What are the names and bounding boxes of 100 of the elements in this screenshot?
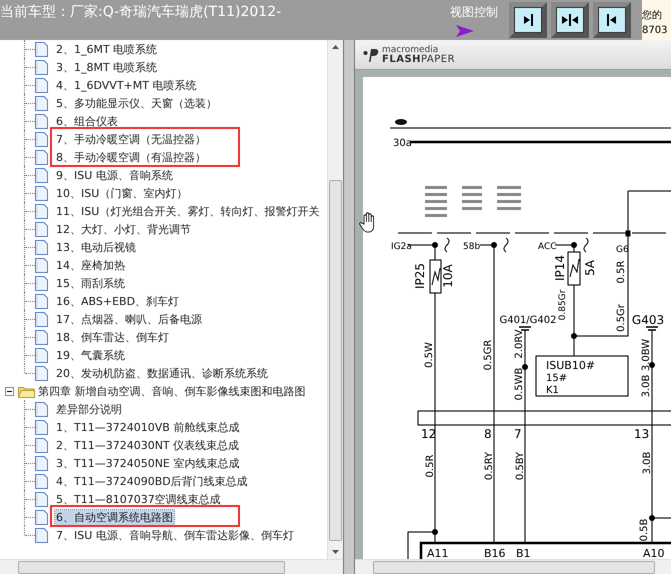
document-icon [35, 510, 48, 524]
diagram-label: 0.5W [424, 342, 435, 368]
document-icon [35, 438, 48, 452]
document-icon [35, 60, 48, 74]
diagram-label: 13 [634, 427, 650, 441]
split-view-button[interactable] [551, 2, 589, 38]
tree-folder-item[interactable]: 第四章 新增自动空调、音响、倒车影像线束图和电路图 [38, 384, 306, 398]
document-icon [35, 402, 48, 416]
document-icon [35, 294, 48, 308]
document-icon [35, 312, 48, 326]
diagram-label: ACC [538, 242, 557, 252]
brand-subtitle: macromedia [382, 46, 440, 54]
diagram-label: IP25 [413, 262, 427, 290]
tree-item[interactable]: 5、T11—8107037空调线束总成 [55, 492, 222, 506]
diagram-label: 12 [421, 427, 436, 441]
hand-cursor-icon [359, 212, 374, 232]
diagram-label: 0.5B [639, 518, 650, 542]
diagram-label: 0.5GR [483, 340, 494, 370]
document-icon [35, 330, 48, 344]
logo-icon [395, 119, 407, 125]
document-icon [35, 276, 48, 290]
document-icon [35, 528, 48, 542]
document-icon [35, 258, 48, 272]
tree-item[interactable]: 20、发动机防盗、数据通讯、诊断系统系统 [55, 366, 269, 380]
document-icon [35, 366, 48, 380]
document-icon [35, 222, 48, 236]
document-icon [35, 474, 48, 488]
document-icon [35, 96, 48, 110]
view-control-label: 视图控制 [450, 4, 498, 21]
document-icon [35, 348, 48, 362]
document-icon [35, 240, 48, 254]
vehicle-model-text: 当前车型：厂家:Q-奇瑞汽车瑞虎(T11)2012- [0, 3, 282, 21]
tree-item[interactable]: 6、组合仪表 [55, 114, 119, 128]
diagram-label: A10 [643, 547, 665, 559]
tree-item[interactable]: 17、点烟器、喇叭、后备电源 [55, 312, 203, 326]
tree-item[interactable]: 14、座椅加热 [55, 258, 126, 272]
scrollbar-thumb[interactable] [329, 180, 342, 541]
folder-icon [18, 384, 35, 398]
diagram-label: 3.0B [641, 374, 652, 398]
tree-item[interactable]: 2、T11—3724030NT 仪表线束总成 [55, 438, 240, 452]
side-text: 8703 [642, 24, 668, 38]
tree-item[interactable]: 18、倒车雷达、倒车灯 [55, 330, 170, 344]
tree-item[interactable]: 3、1_8MT 电喷系统 [55, 60, 158, 74]
diagram-label: A11 [427, 547, 449, 559]
tree-item[interactable]: 12、大灯、小灯、背光调节 [55, 222, 192, 236]
diagram-label: B16 [484, 547, 506, 559]
document-icon [35, 78, 48, 92]
document-icon [35, 150, 48, 164]
diagram-label: G6 [616, 245, 629, 255]
tree-item[interactable]: 差异部分说明 [55, 402, 123, 416]
brand-name: FLASHPAPER [382, 54, 456, 64]
pane-splitter[interactable] [343, 40, 355, 574]
tree-item[interactable]: 15、雨刮系统 [55, 276, 126, 290]
diagram-label: 0.5WB [514, 368, 525, 400]
horizontal-scrollbar[interactable] [0, 559, 343, 574]
tree-item[interactable]: 1、T11—3724010VB 前舱线束总成 [55, 420, 240, 434]
tree-item[interactable]: 7、ISU 电源、音响导航、倒车雷达影像、倒车灯 [55, 528, 295, 542]
tree-item[interactable]: 5、多功能显示仪、天窗（选装） [55, 96, 218, 110]
tree-item[interactable]: 13、电动后视镜 [55, 240, 137, 254]
diagram-label: 0.5R [616, 260, 627, 284]
document-icon [35, 456, 48, 470]
diagram-label: 0.5RY [484, 452, 495, 480]
diagram-label: 0.85Gr [558, 290, 568, 320]
module-label: K1 [546, 385, 559, 396]
tree-item[interactable]: 3、T11—3724050NE 室内线束总成 [55, 456, 240, 470]
tree-item[interactable]: 8、手动冷暖空调（有温控器） [55, 150, 207, 164]
diagram-label: 7 [514, 427, 522, 441]
side-text: 您的 [642, 9, 663, 23]
horizontal-scrollbar[interactable] [355, 559, 671, 574]
diagram-label: 0.5BY [515, 452, 526, 480]
document-icon [35, 114, 48, 128]
show-left-pane-button[interactable] [509, 2, 547, 38]
tree-item[interactable]: 4、T11—3724090BD后背门线束总成 [55, 474, 249, 488]
tree-item[interactable]: 7、手动冷暖空调（无温控器） [55, 132, 207, 146]
collapse-icon[interactable] [5, 386, 14, 396]
tree-item[interactable]: 10、ISU（门窗、室内灯） [55, 186, 188, 200]
tree-item[interactable]: 11、ISU（灯光组合开关、雾灯、转向灯、报警灯开关 [55, 204, 320, 218]
diagram-label: G401/G402 [499, 315, 557, 326]
tree-item[interactable]: 6、自动空调系统电路图 [55, 510, 174, 524]
diagram-label: 58b [463, 242, 480, 252]
diagram-label: IG2a [391, 242, 412, 252]
diagram-label: 3.0B [642, 452, 653, 474]
diagram-label: 3.0BW [641, 338, 652, 372]
tree-item[interactable]: 4、1_6DVVT+MT 电喷系统 [55, 78, 198, 92]
document-icon [35, 420, 48, 434]
diagram-label: 0.5R [425, 454, 436, 478]
tree-item[interactable]: 2、1_6MT 电喷系统 [55, 42, 158, 56]
document-icon [35, 42, 48, 56]
document-icon [35, 492, 48, 506]
tree-item[interactable]: 19、气囊系统 [55, 348, 126, 362]
show-right-pane-button[interactable] [593, 2, 631, 38]
diagram-label: G403 [632, 313, 664, 327]
tree-item[interactable]: 16、ABS+EBD、刹车灯 [55, 294, 180, 308]
module-label: ISUB10# [546, 359, 596, 372]
diagram-label: B1 [516, 547, 531, 559]
module-label: 15# [546, 373, 568, 384]
diagram-label: 10A [441, 264, 455, 288]
tree-item[interactable]: 9、ISU 电源、音响系统 [55, 168, 174, 182]
vertical-scrollbar[interactable] [327, 40, 343, 559]
document-icon [35, 186, 48, 200]
